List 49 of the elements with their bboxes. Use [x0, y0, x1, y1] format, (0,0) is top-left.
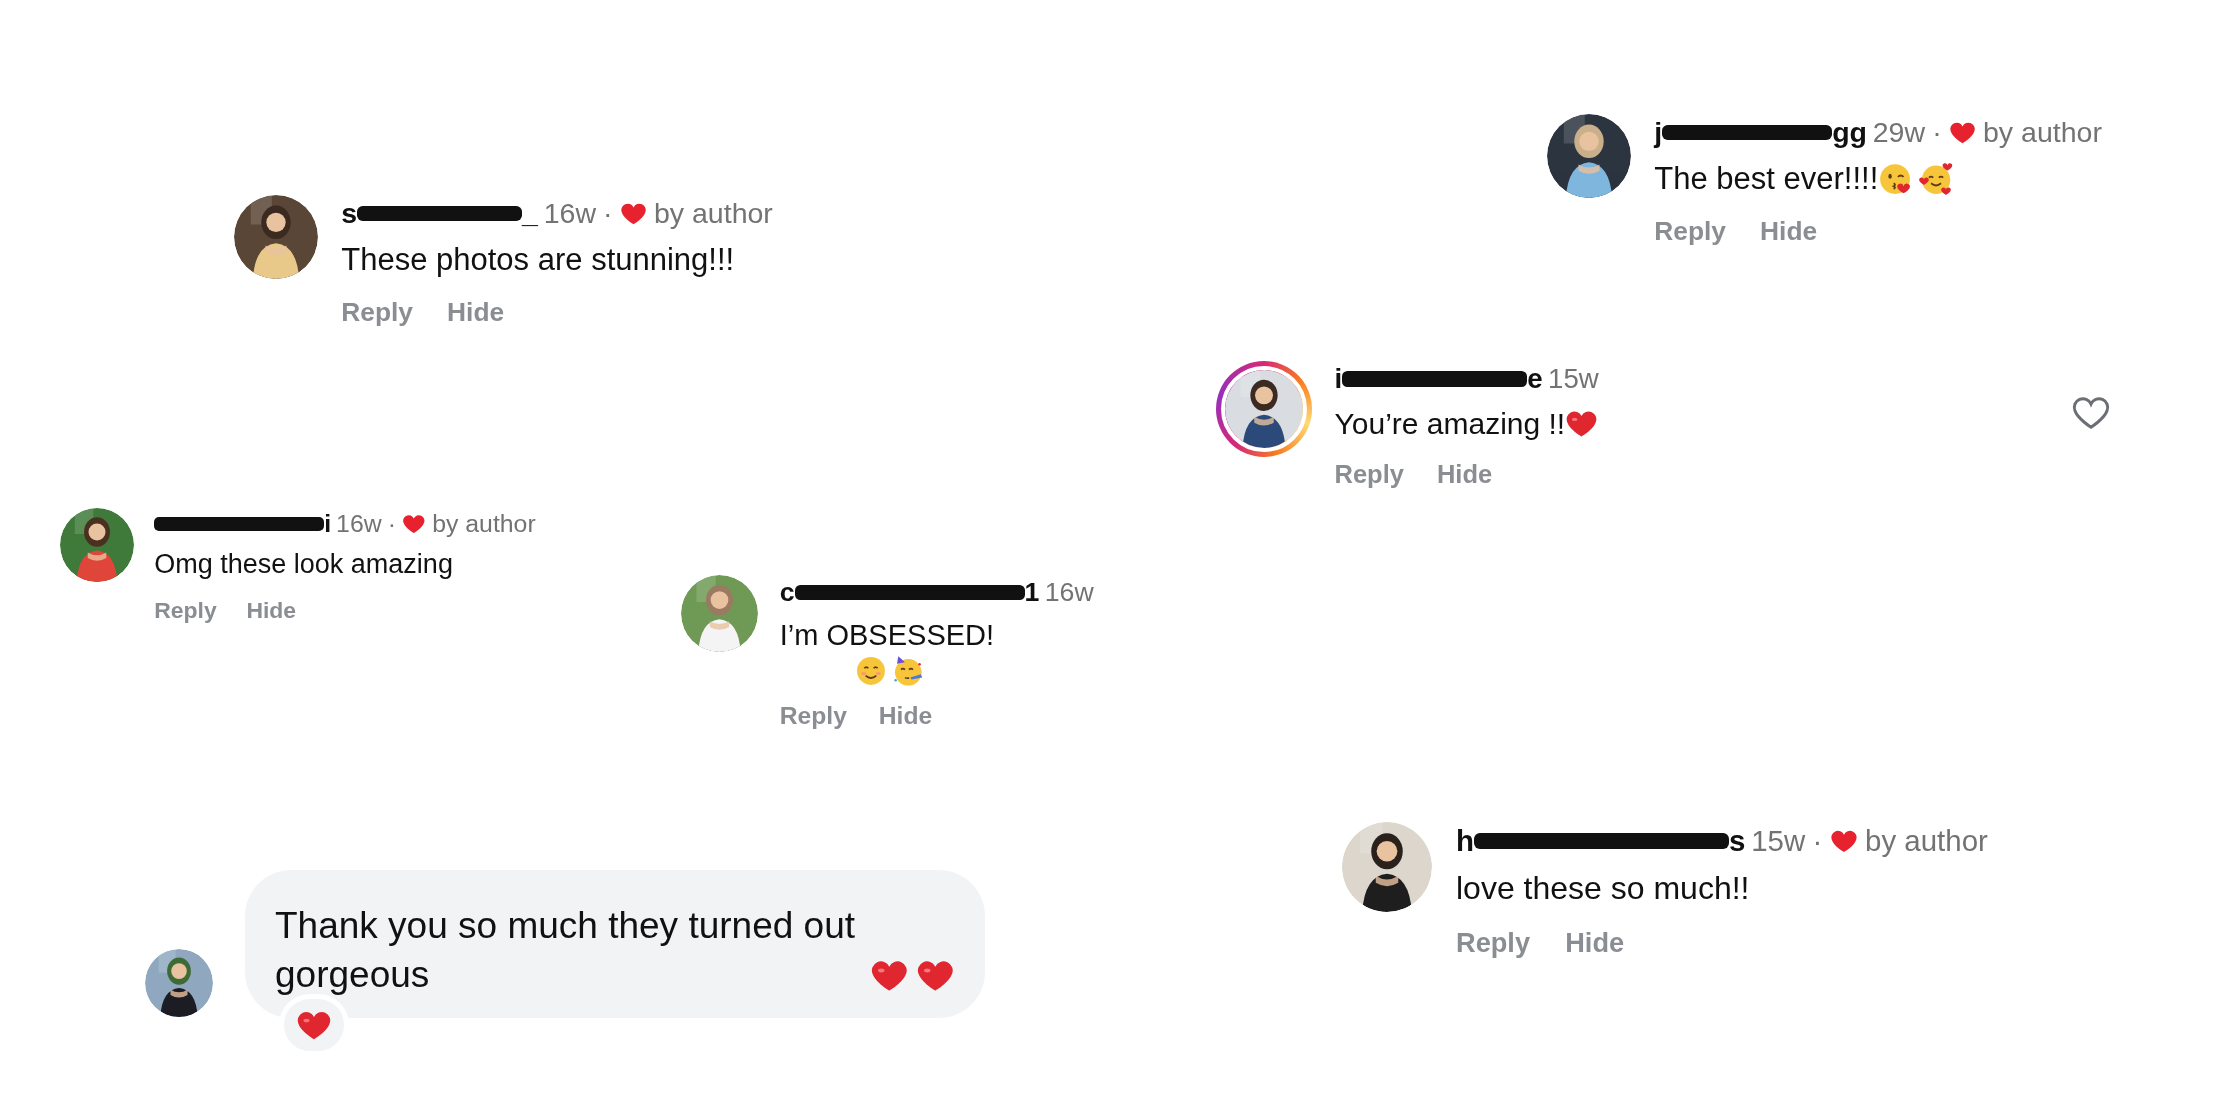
reply-button[interactable]: Reply [341, 297, 413, 329]
heart-icon [402, 512, 426, 536]
message-text: Thank you so much they turned out gorgeous [275, 904, 856, 998]
comment-age: 15w [1548, 362, 1599, 396]
username-fragment: i [324, 509, 332, 539]
username-fragment: gg [1832, 115, 1868, 150]
username-fragment: _ [522, 196, 538, 231]
reply-button[interactable]: Reply [1334, 459, 1404, 489]
username-fragment: i [1334, 362, 1343, 396]
hide-button[interactable]: Hide [447, 297, 505, 329]
hide-button[interactable]: Hide [246, 597, 297, 624]
party-face-icon [892, 654, 925, 687]
username-fragment: s [1729, 823, 1746, 859]
smiling-face-icon [855, 654, 888, 687]
username-fragment: s [341, 196, 358, 231]
reply-button[interactable]: Reply [779, 702, 847, 731]
liked-by-author-label: by author [432, 509, 536, 539]
reply-button[interactable]: Reply [154, 597, 217, 624]
reply-button[interactable]: Reply [1654, 216, 1726, 248]
separator-dot: · [387, 509, 397, 539]
comment-age: 16w [336, 509, 382, 539]
separator-dot: · [1812, 823, 1823, 859]
comment-text: These photos are stunning!!! [341, 240, 735, 279]
hide-button[interactable]: Hide [1436, 459, 1493, 489]
liked-by-author-label: by author [1865, 823, 1988, 859]
comment-age: 16w [1044, 576, 1094, 609]
comment-text: I’m OBSESSED! [779, 617, 995, 653]
separator-dot: · [1932, 115, 1942, 150]
reply-button[interactable]: Reply [1456, 927, 1531, 960]
comment-text: Omg these look amazing [154, 548, 453, 582]
comment-text: You’re amazing !! [1334, 406, 1566, 443]
username-fragment: e [1527, 362, 1543, 396]
username-fragment: 1 [1024, 576, 1040, 609]
hide-button[interactable]: Hide [1760, 216, 1818, 248]
comment-age: 15w [1751, 823, 1806, 859]
hide-button[interactable]: Hide [1565, 927, 1625, 960]
comment-age: 16w [543, 196, 596, 231]
username-fragment: j [1654, 115, 1663, 150]
comment-text: The best ever!!!! [1654, 159, 1879, 198]
smiling-face-hearts-icon [1918, 161, 1953, 196]
username-fragment: c [779, 576, 795, 609]
comment-text: love these so much!! [1456, 869, 1750, 909]
hide-button[interactable]: Hide [878, 702, 933, 731]
separator-dot: · [603, 196, 613, 231]
kissing-face-icon [1878, 161, 1913, 196]
username-fragment: h [1456, 823, 1474, 859]
comment-age: 29w [1872, 115, 1926, 150]
liked-by-author-label: by author [653, 196, 773, 231]
liked-by-author-label: by author [1983, 115, 2102, 150]
